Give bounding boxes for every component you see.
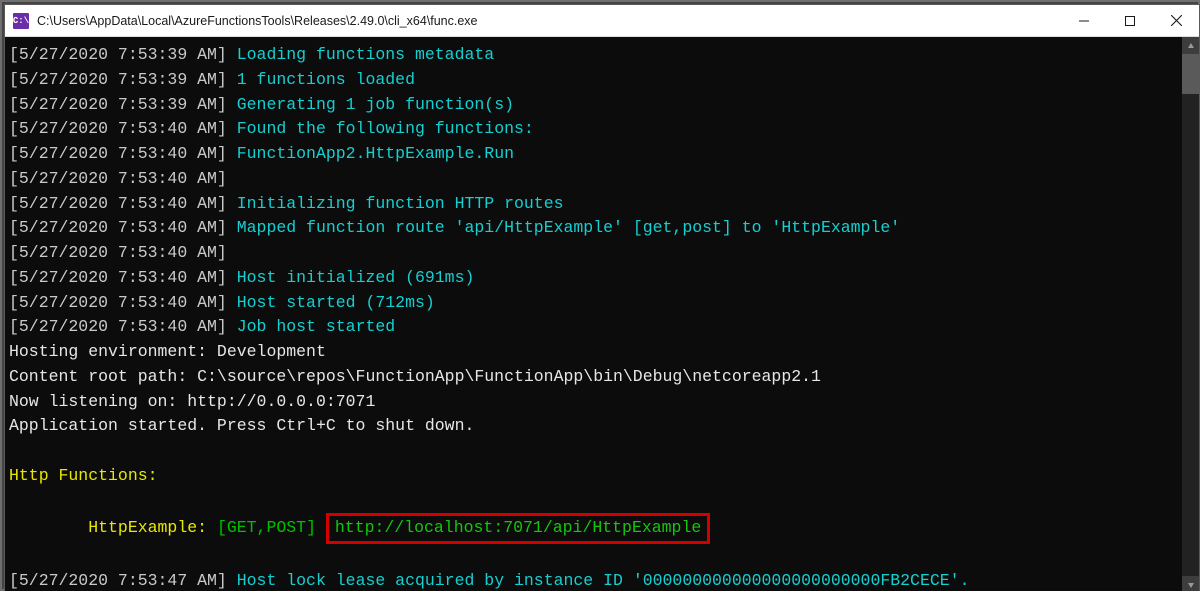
log-text: Loading functions metadata: [237, 45, 494, 64]
log-line: [5/27/2020 7:53:39 AM]: [9, 70, 227, 89]
log-text: Application started. Press Ctrl+C to shu…: [9, 416, 474, 435]
log-line: [5/27/2020 7:53:40 AM]: [9, 169, 227, 188]
log-text: Generating 1 job function(s): [237, 95, 514, 114]
console-output: [5/27/2020 7:53:39 AM] Loading functions…: [5, 37, 1182, 591]
log-text: Now listening on: http://0.0.0.0:7071: [9, 392, 375, 411]
scroll-down-button[interactable]: [1182, 576, 1199, 591]
maximize-button[interactable]: [1107, 5, 1153, 37]
log-text: Host lock lease acquired by instance ID …: [237, 571, 970, 590]
log-text: Job host started: [237, 317, 395, 336]
log-line: [5/27/2020 7:53:40 AM]: [9, 119, 227, 138]
scroll-track[interactable]: [1182, 54, 1199, 576]
log-text: 1 functions loaded: [237, 70, 415, 89]
scroll-up-button[interactable]: [1182, 37, 1199, 54]
app-icon: C:\: [13, 13, 29, 29]
function-url-highlight: http://localhost:7071/api/HttpExample: [326, 513, 710, 544]
console-window: C:\ C:\Users\AppData\Local\AzureFunction…: [4, 4, 1200, 591]
log-line: [5/27/2020 7:53:40 AM]: [9, 194, 227, 213]
log-line: [5/27/2020 7:53:40 AM]: [9, 268, 227, 287]
log-line: [5/27/2020 7:53:39 AM]: [9, 45, 227, 64]
log-text: Hosting environment: Development: [9, 342, 326, 361]
log-text: FunctionApp2.HttpExample.Run: [237, 144, 514, 163]
http-methods: [GET,POST]: [217, 518, 316, 537]
log-text: Host started (712ms): [237, 293, 435, 312]
log-line: [5/27/2020 7:53:39 AM]: [9, 95, 227, 114]
vertical-scrollbar[interactable]: [1182, 37, 1199, 591]
log-line: [5/27/2020 7:53:40 AM]: [9, 218, 227, 237]
log-line: [5/27/2020 7:53:40 AM]: [9, 243, 227, 262]
window-title: C:\Users\AppData\Local\AzureFunctionsToo…: [37, 14, 478, 28]
titlebar: C:\ C:\Users\AppData\Local\AzureFunction…: [5, 5, 1199, 37]
log-line: [5/27/2020 7:53:47 AM]: [9, 571, 227, 590]
log-text: Initializing function HTTP routes: [237, 194, 564, 213]
close-button[interactable]: [1153, 5, 1199, 37]
minimize-button[interactable]: [1061, 5, 1107, 37]
log-line: [5/27/2020 7:53:40 AM]: [9, 144, 227, 163]
scroll-thumb[interactable]: [1182, 54, 1199, 94]
log-text: Host initialized (691ms): [237, 268, 475, 287]
log-line: [5/27/2020 7:53:40 AM]: [9, 317, 227, 336]
log-line: [5/27/2020 7:53:40 AM]: [9, 293, 227, 312]
section-header: Http Functions:: [9, 466, 158, 485]
log-text: Content root path: C:\source\repos\Funct…: [9, 367, 821, 386]
function-url: http://localhost:7071/api/HttpExample: [335, 518, 701, 537]
function-name: HttpExample:: [88, 518, 207, 537]
log-text: Mapped function route 'api/HttpExample' …: [237, 218, 900, 237]
log-text: Found the following functions:: [237, 119, 534, 138]
